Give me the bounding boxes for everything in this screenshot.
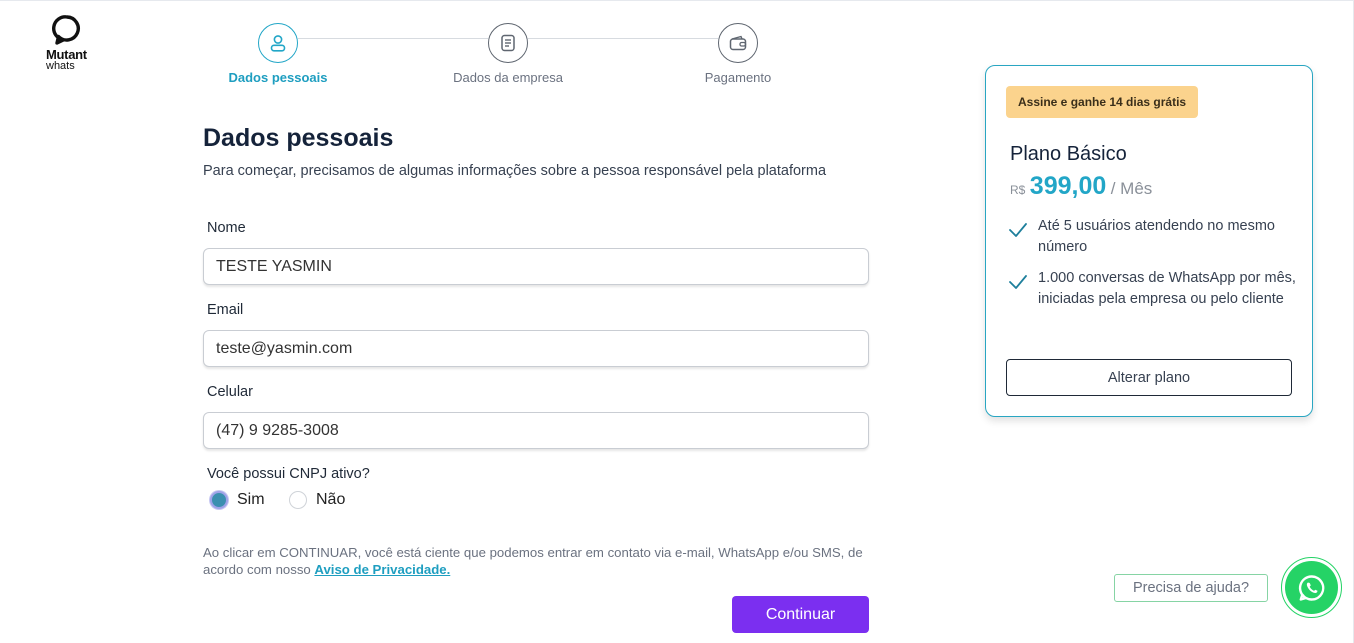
cnpj-yes-option[interactable]: Sim [210, 491, 265, 509]
cnpj-yes-label: Sim [237, 491, 265, 508]
name-label: Nome [207, 220, 246, 236]
email-label: Email [207, 302, 244, 318]
brand-logo[interactable]: Mutant whats [46, 14, 96, 74]
user-icon [270, 35, 286, 52]
whatsapp-button[interactable] [1281, 557, 1342, 618]
name-input[interactable] [203, 248, 869, 285]
plan-feature: 1.000 conversas de WhatsApp por mês, ini… [1008, 268, 1298, 310]
page-title: Dados pessoais [203, 124, 394, 152]
cnpj-no-option[interactable]: Não [289, 491, 345, 509]
phone-label: Celular [207, 384, 253, 400]
step-label: Dados pessoais [228, 70, 328, 85]
change-plan-button[interactable]: Alterar plano [1006, 359, 1292, 396]
check-icon [1009, 223, 1027, 237]
wallet-icon [729, 35, 747, 51]
step-label: Dados da empresa [453, 70, 563, 85]
cnpj-no-label: Não [316, 491, 346, 508]
step-pagamento[interactable] [718, 23, 758, 63]
document-icon [501, 34, 515, 52]
plan-feature: Até 5 usuários atendendo no mesmo número [1008, 216, 1298, 258]
price-value: 399,00 [1029, 172, 1107, 200]
plan-price: R$ 399,00 / Mês [1010, 172, 1152, 201]
stepper-connector [298, 38, 488, 39]
page-subtitle: Para começar, precisamos de algumas info… [203, 163, 827, 179]
plan-name: Plano Básico [1010, 143, 1127, 165]
price-currency: R$ [1010, 183, 1026, 197]
whatsapp-icon [1298, 574, 1324, 601]
privacy-notice-link[interactable]: Aviso de Privacidade. [314, 562, 450, 577]
plan-feature-text: Até 5 usuários atendendo no mesmo número [1038, 218, 1275, 255]
step-label: Pagamento [704, 70, 772, 85]
trial-badge: Assine e ganhe 14 dias grátis [1006, 86, 1199, 118]
help-tooltip[interactable]: Precisa de ajuda? [1114, 574, 1268, 602]
cnpj-question: Você possui CNPJ ativo? [207, 466, 370, 482]
consent-body: Ao clicar em CONTINUAR, você está ciente… [203, 545, 863, 577]
consent-text: Ao clicar em CONTINUAR, você está ciente… [203, 544, 873, 578]
stepper-connector [528, 38, 718, 39]
cnpj-no-radio[interactable] [289, 491, 307, 509]
cnpj-yes-radio[interactable] [210, 491, 228, 509]
step-dados-pessoais[interactable] [258, 23, 298, 63]
check-icon [1009, 275, 1027, 289]
chat-bubble-logo-icon [52, 15, 80, 45]
plan-feature-text: 1.000 conversas de WhatsApp por mês, ini… [1038, 270, 1296, 307]
email-input[interactable] [203, 330, 869, 367]
step-dados-empresa[interactable] [488, 23, 528, 63]
plan-card: Assine e ganhe 14 dias grátis Plano Bási… [985, 65, 1313, 417]
whatsapp-button-inner [1285, 561, 1338, 614]
price-period: / Mês [1110, 179, 1153, 198]
brand-subname: whats [46, 60, 75, 72]
continue-button[interactable]: Continuar [732, 596, 869, 633]
phone-input[interactable] [203, 412, 869, 449]
